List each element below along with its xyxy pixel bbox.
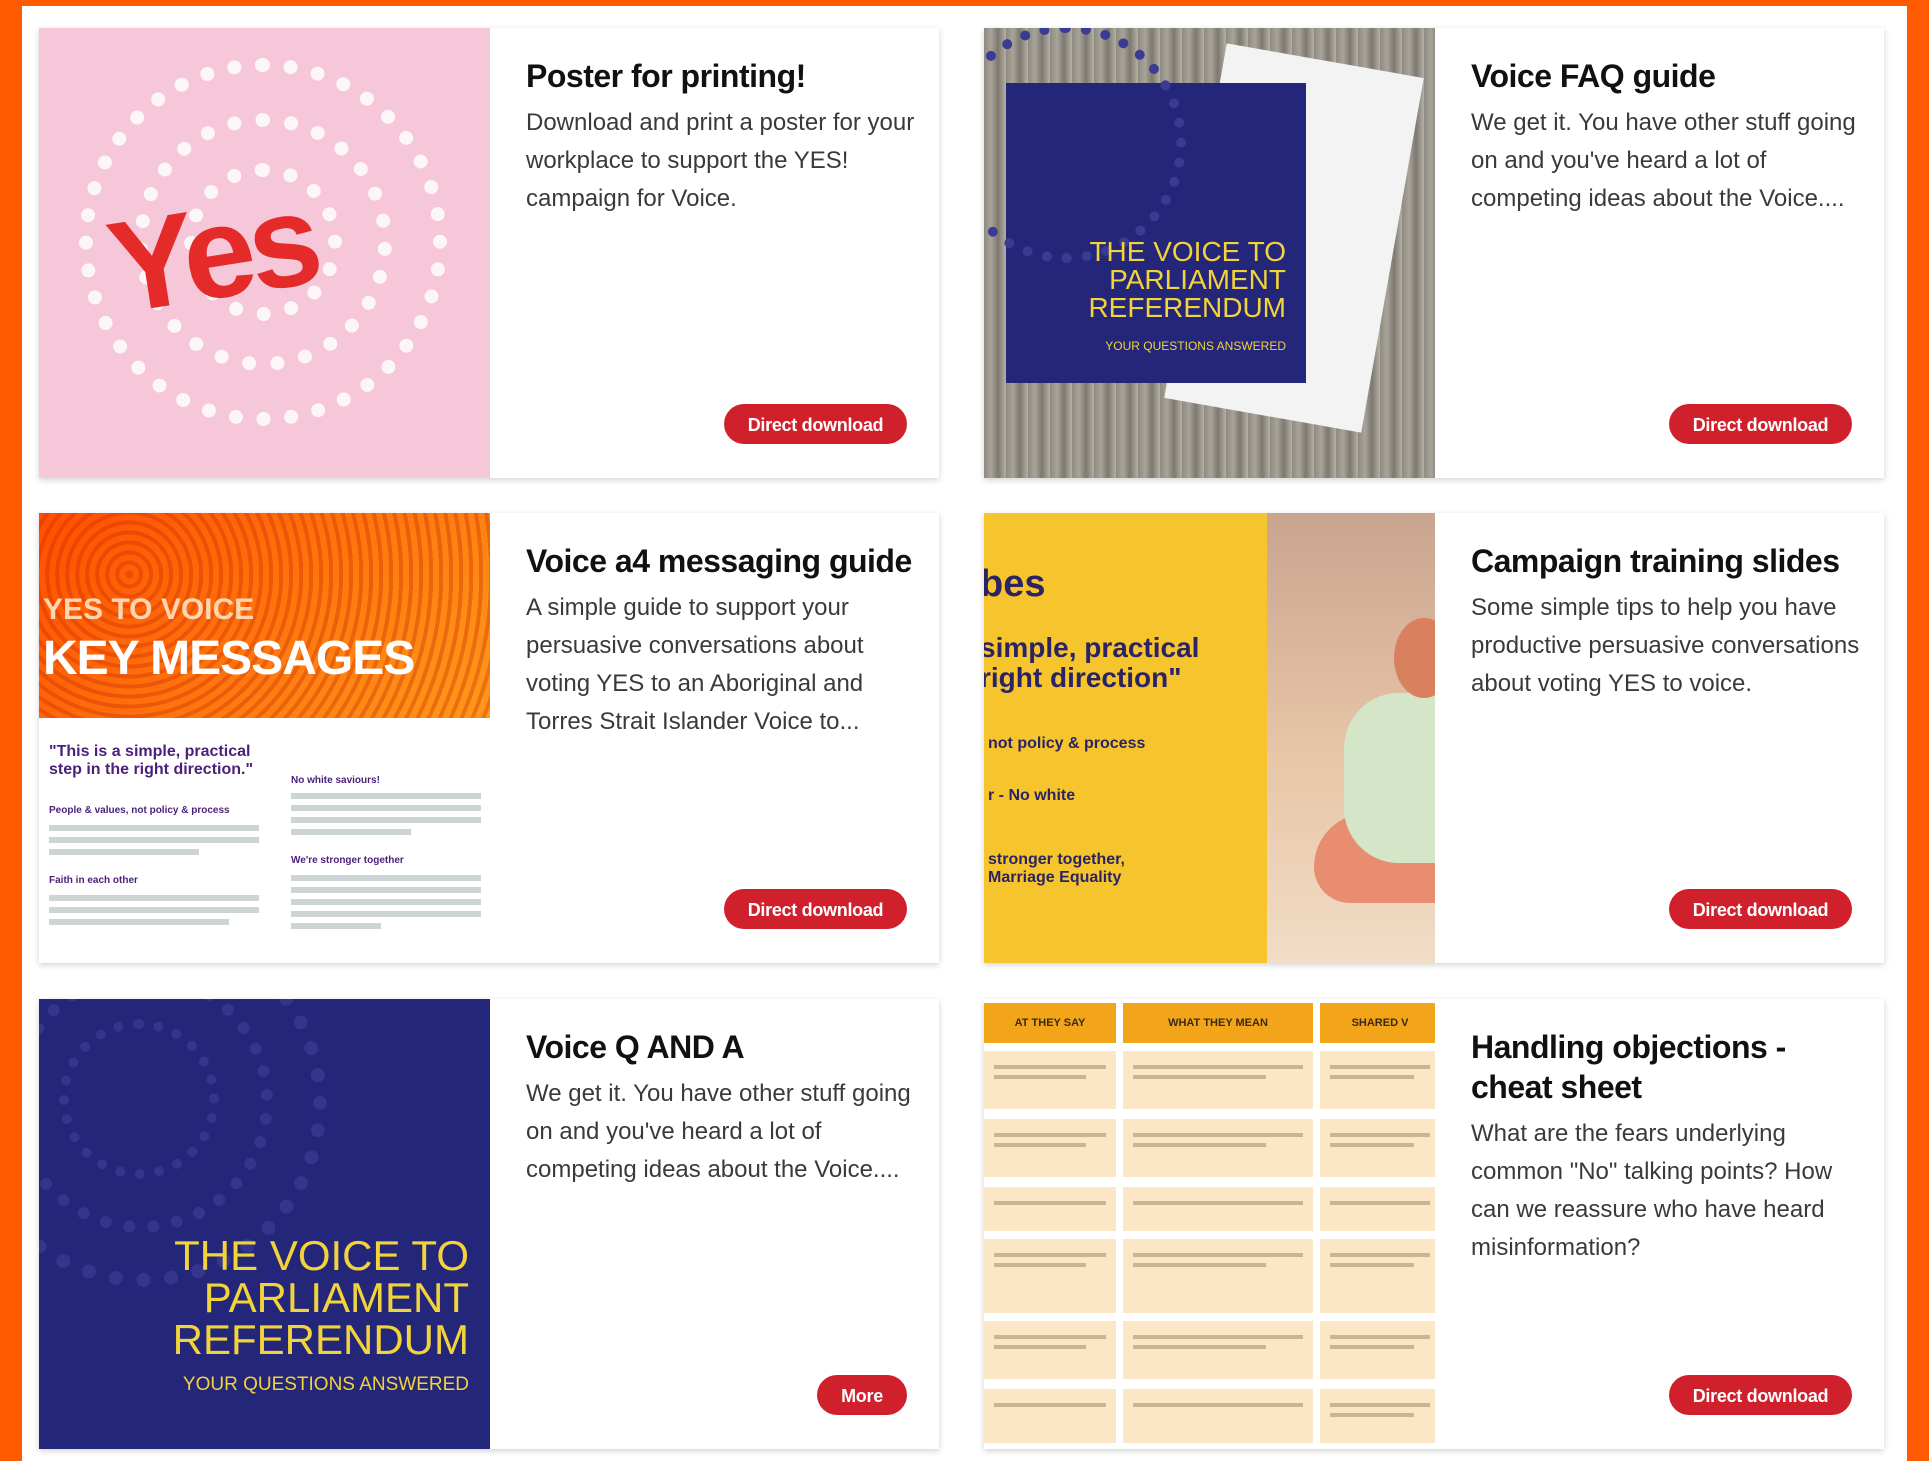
direct-download-button[interactable]: Direct download xyxy=(1669,404,1852,444)
card-title[interactable]: Voice a4 messaging guide xyxy=(526,541,916,581)
card-description: What are the fears underlying common "No… xyxy=(1471,1120,1833,1261)
table-cell xyxy=(1123,1119,1313,1177)
table-cell xyxy=(1320,1051,1435,1109)
table-cell xyxy=(1320,1321,1435,1379)
table-cell xyxy=(1320,1389,1435,1443)
booklet-title: THE VOICE TO PARLIAMENT REFERENDUM xyxy=(1088,236,1286,323)
slide-text: not policy & process xyxy=(988,735,1146,752)
guide-quote: "This is a simple, practical step in the… xyxy=(49,743,254,778)
resource-card-faq: THE VOICE TO PARLIAMENT REFERENDUM YOUR … xyxy=(984,28,1884,478)
card-thumbnail[interactable]: YES TO VOICE KEY MESSAGES "This is a sim… xyxy=(39,513,490,963)
table-header: AT THEY SAY xyxy=(984,1003,1116,1043)
card-thumbnail[interactable]: THE VOICE TO PARLIAMENT REFERENDUM YOUR … xyxy=(39,999,490,1449)
card-thumbnail[interactable]: bes simple, practical right direction" n… xyxy=(984,513,1435,963)
guide-heading: KEY MESSAGES xyxy=(43,632,415,685)
guide-header-photo: YES TO VOICE KEY MESSAGES xyxy=(39,513,490,718)
resource-card-training-slides: bes simple, practical right direction" n… xyxy=(984,513,1884,963)
text-line xyxy=(49,825,259,831)
text-line xyxy=(291,875,481,881)
card-thumbnail[interactable]: Yes xyxy=(39,28,490,478)
booklet-title: THE VOICE TO PARLIAMENT REFERENDUM xyxy=(172,1232,469,1363)
faq-booklet-cover: THE VOICE TO PARLIAMENT REFERENDUM YOUR … xyxy=(984,28,1306,383)
person-illustration xyxy=(1344,693,1435,863)
card-title[interactable]: Voice Q AND A xyxy=(526,1027,916,1067)
table-cell xyxy=(984,1119,1116,1177)
text-line xyxy=(291,911,481,917)
resource-card-q-and-a: THE VOICE TO PARLIAMENT REFERENDUM YOUR … xyxy=(39,999,939,1449)
text-line xyxy=(49,849,199,855)
table-header: WHAT THEY MEAN xyxy=(1123,1003,1313,1043)
card-title[interactable]: Campaign training slides xyxy=(1471,541,1861,581)
table-cell xyxy=(984,1389,1116,1443)
text-line xyxy=(291,899,481,905)
guide-subheading: Faith in each other xyxy=(49,875,138,886)
table-cell xyxy=(1123,1239,1313,1313)
card-description: Some simple tips to help you have produc… xyxy=(1471,594,1860,697)
decorative-circle xyxy=(984,28,1186,263)
card-description: We get it. You have other stuff going on… xyxy=(526,1080,911,1183)
card-thumbnail[interactable]: THE VOICE TO PARLIAMENT REFERENDUM YOUR … xyxy=(984,28,1435,478)
yes-logo: Yes xyxy=(98,164,326,342)
card-title[interactable]: Handling objections - cheat sheet xyxy=(1471,1027,1861,1107)
text-line xyxy=(291,817,481,823)
resource-card-messaging-guide: YES TO VOICE KEY MESSAGES "This is a sim… xyxy=(39,513,939,963)
card-title[interactable]: Poster for printing! xyxy=(526,56,916,96)
direct-download-button[interactable]: Direct download xyxy=(1669,889,1852,929)
table-cell xyxy=(984,1051,1116,1109)
text-line xyxy=(291,793,481,799)
resource-card-objections: AT THEY SAY WHAT THEY MEAN SHARED V Hand xyxy=(984,999,1884,1449)
text-line xyxy=(291,887,481,893)
slide-text: simple, practical right direction" xyxy=(984,632,1200,693)
guide-subheading: No white saviours! xyxy=(291,775,380,786)
booklet-subtitle: YOUR QUESTIONS ANSWERED xyxy=(182,1374,469,1395)
slide-text: r - No white xyxy=(988,787,1076,804)
direct-download-button[interactable]: Direct download xyxy=(724,404,907,444)
resource-card-poster: Yes Poster for printing! Download and pr… xyxy=(39,28,939,478)
table-cell xyxy=(984,1187,1116,1231)
text-line xyxy=(49,907,259,913)
slide-text: stronger together, Marriage Equality xyxy=(988,851,1125,886)
booklet-subtitle: YOUR QUESTIONS ANSWERED xyxy=(1105,339,1286,353)
table-header: SHARED V xyxy=(1320,1003,1435,1043)
guide-subheading: We're stronger together xyxy=(291,855,404,866)
table-cell xyxy=(984,1321,1116,1379)
table-cell xyxy=(1123,1321,1313,1379)
card-description: A simple guide to support your persuasiv… xyxy=(526,594,864,735)
text-line xyxy=(291,923,381,929)
text-line xyxy=(291,805,481,811)
card-description: We get it. You have other stuff going on… xyxy=(1471,109,1856,212)
decorative-circle xyxy=(59,1019,219,1179)
slide-text: bes xyxy=(984,563,1046,605)
table-cell xyxy=(1123,1389,1313,1443)
table-cell xyxy=(1320,1187,1435,1231)
table-cell xyxy=(984,1239,1116,1313)
text-line xyxy=(49,919,229,925)
guide-subheading: People & values, not policy & process xyxy=(49,805,230,816)
card-thumbnail[interactable]: AT THEY SAY WHAT THEY MEAN SHARED V xyxy=(984,999,1435,1449)
table-cell xyxy=(1123,1051,1313,1109)
guide-kicker: YES TO VOICE xyxy=(43,593,255,626)
table-cell xyxy=(1320,1239,1435,1313)
text-line xyxy=(291,829,411,835)
table-cell xyxy=(1320,1119,1435,1177)
card-title[interactable]: Voice FAQ guide xyxy=(1471,56,1861,96)
direct-download-button[interactable]: Direct download xyxy=(724,889,907,929)
text-line xyxy=(49,837,259,843)
table-cell xyxy=(1123,1187,1313,1231)
resource-grid: Yes Poster for printing! Download and pr… xyxy=(22,6,1907,1461)
more-button[interactable]: More xyxy=(817,1375,907,1415)
card-description: Download and print a poster for your wor… xyxy=(526,109,915,212)
direct-download-button[interactable]: Direct download xyxy=(1669,1375,1852,1415)
text-line xyxy=(49,895,259,901)
